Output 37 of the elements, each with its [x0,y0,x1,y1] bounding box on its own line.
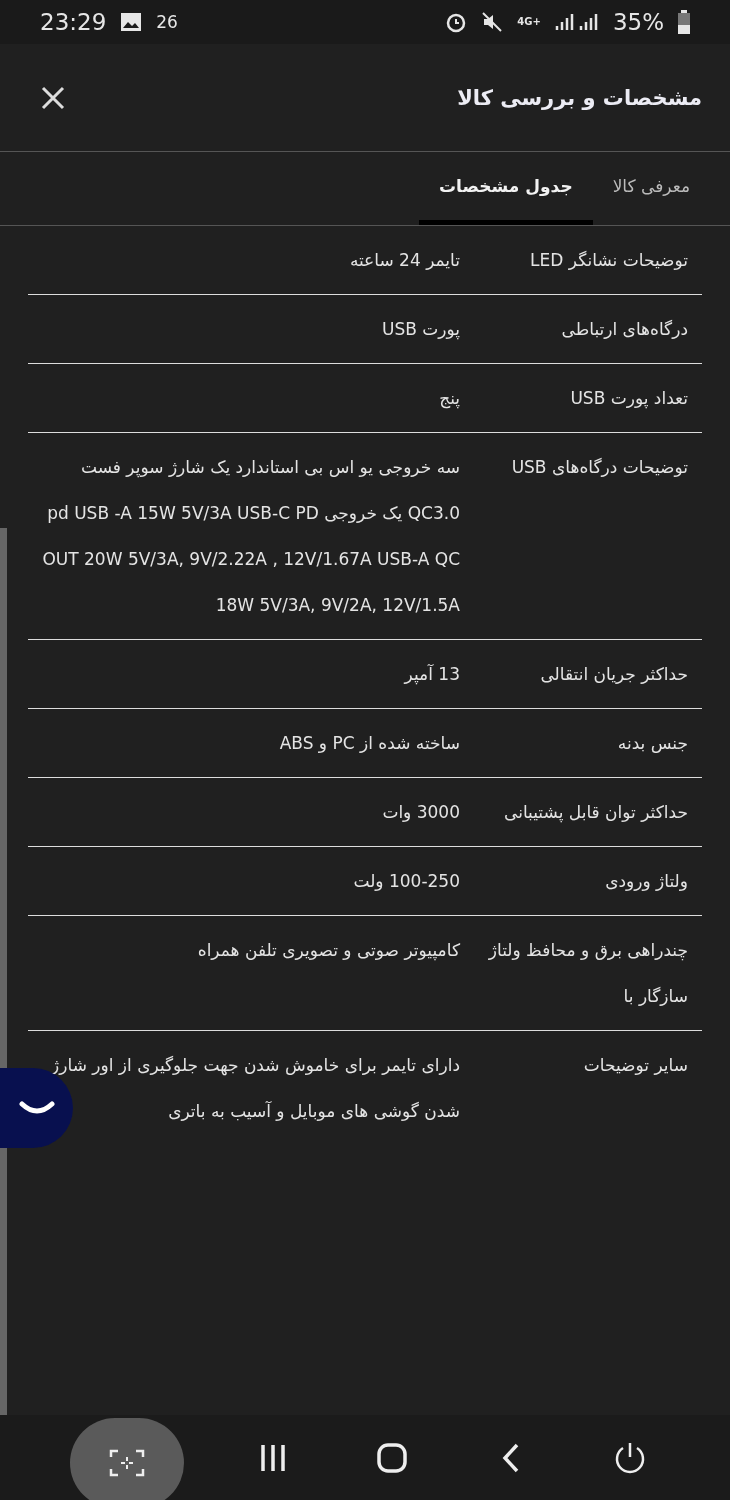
spec-value: تایمر 24 ساعته [348,249,460,272]
alarm-icon [445,11,468,33]
spec-value: ساخته شده از PC و ABS [278,732,460,755]
sheet-title: مشخصات و بررسی کالا [457,85,702,110]
capture-icon [108,1448,145,1477]
close-icon [40,84,66,111]
signal-icon [554,12,599,32]
tab[interactable]: جدول مشخصات [419,152,593,225]
spec-label: حداکثر توان قابل پشتیبانی [503,801,688,825]
home-icon [376,1442,407,1473]
spec-label: توضیحات نشانگر LED [529,249,688,272]
spec-label: چندراهی برق و محافظ ولتاژ سازگار با [488,939,688,1008]
spec-value: 100-250 ولت [352,870,460,893]
spec-value: کامپیوتر صوتی و تصویری تلفن همراه [196,939,460,963]
spec-value: 3000 وات [381,801,460,824]
spec-label: توضیحات درگاه‌های USB [510,456,688,479]
spec-value: 13 آمپر [402,663,460,687]
spec-value: دارای تایمر برای خاموش شدن جهت جلوگیری از اور شارژ شدن گوشی های موبایل و آسیب به باتری [50,1054,460,1123]
notification-count: 26 [156,12,178,32]
smile-icon [19,1101,55,1115]
network-type: 4G+ [517,17,541,27]
tab[interactable]: معرفی کالا [592,152,710,225]
battery-percent: 35% [612,9,664,35]
spec-label: حداکثر جریان انتقالی [539,663,688,686]
spec-label: ولتاژ ورودی [604,870,688,893]
status-time: 23:29 [40,9,107,35]
recents-icon [258,1442,287,1473]
mute-icon [481,11,504,33]
spec-value: پورت USB [380,318,460,342]
spec-label: جنس بدنه [616,732,688,755]
spec-value: سه خروجی یو اس بی استاندارد یک شارژ سوپر فست QC3.0 یک خروجی pd USB -A 15W 5V/3A USB-C PD OUT 20W 5V/3A, 9V/2.22A , 12V/1.67A USB-A QC 18W 5V/3A, 9V/2A, 12V/1.5A [42,456,460,617]
spec-label: درگاه‌های ارتباطی [560,318,688,341]
spec-value: پنج [438,387,460,411]
image-icon [120,12,143,32]
spec-label: سایر توضیحات [582,1054,688,1077]
spec-label: تعداد پورت USB [569,387,688,411]
battery-icon [678,10,690,34]
